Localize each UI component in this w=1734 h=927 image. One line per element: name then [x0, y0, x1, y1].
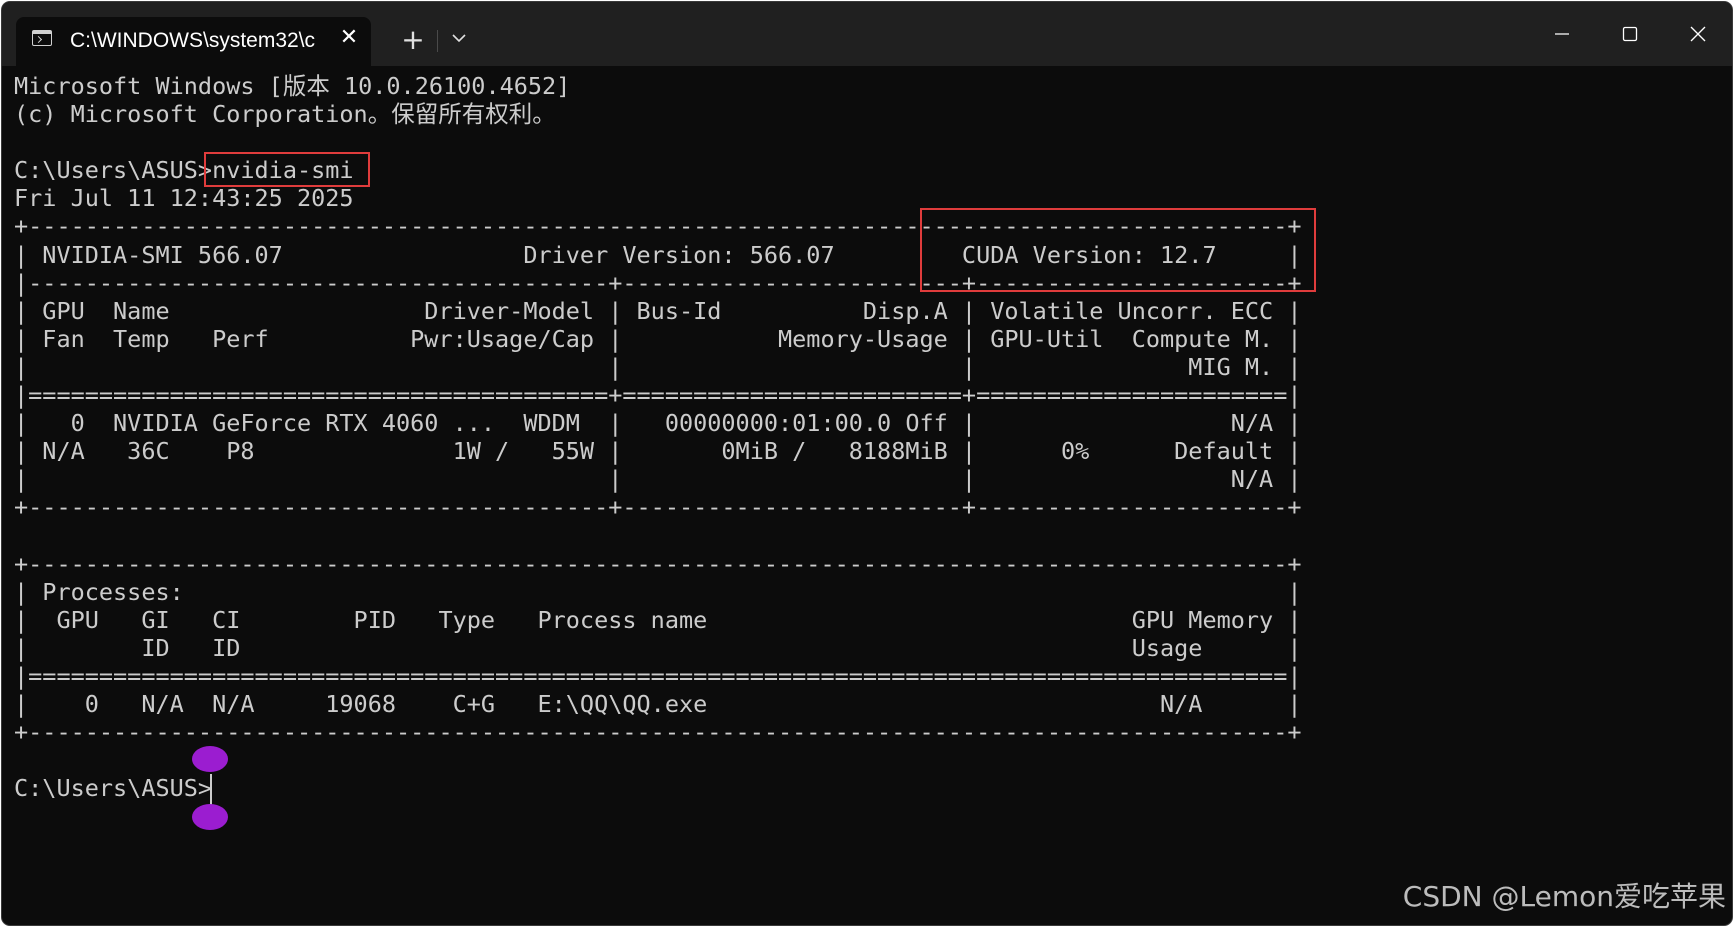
smi-line: |=======================================…	[14, 661, 1302, 690]
tab-dropdown-button[interactable]	[444, 22, 474, 58]
maximize-button[interactable]	[1596, 2, 1664, 66]
smi-line: | | | N/A |	[14, 465, 1302, 494]
tab-cmd[interactable]: C:\WINDOWS\system32\c ✕	[16, 17, 371, 66]
tab-title: C:\WINDOWS\system32\c	[70, 29, 316, 52]
maximize-icon	[1622, 26, 1638, 42]
new-tab-button[interactable]: +	[395, 22, 431, 58]
smi-line: +---------------------------------------…	[14, 718, 1302, 747]
smi-line: | 0 NVIDIA GeForce RTX 4060 ... WDDM | 0…	[14, 409, 1302, 438]
terminal-window: C:\WINDOWS\system32\c ✕ + Microsoft Wind…	[2, 2, 1732, 925]
timestamp-line: Fri Jul 11 12:43:25 2025	[14, 184, 354, 213]
minimize-button[interactable]	[1528, 2, 1596, 66]
smi-line: +---------------------------------------…	[14, 493, 1302, 522]
tab-divider	[437, 30, 438, 52]
smi-line: +---------------------------------------…	[14, 549, 1302, 578]
title-bar[interactable]: C:\WINDOWS\system32\c ✕ +	[2, 2, 1732, 66]
smi-line: | | | MIG M. |	[14, 352, 1302, 381]
watermark: CSDN @Lemon爱吃苹果	[1402, 880, 1726, 913]
console-icon	[32, 30, 52, 46]
smi-line: | Processes: |	[14, 577, 1302, 606]
smi-line: | Fan Temp Perf Pwr:Usage/Cap | Memory-U…	[14, 324, 1302, 353]
version-line: Microsoft Windows [版本 10.0.26100.4652]	[14, 72, 571, 100]
minimize-icon	[1555, 33, 1569, 35]
smi-line: | GPU GI CI PID Type Process name GPU Me…	[14, 605, 1302, 634]
chevron-down-icon	[452, 34, 466, 43]
selection-handle-bottom-icon[interactable]	[192, 804, 228, 830]
smi-line: | N/A 36C P8 1W / 55W | 0MiB / 8188MiB |…	[14, 437, 1302, 466]
command-highlight-box	[204, 152, 370, 187]
smi-line: | 0 N/A N/A 19068 C+G E:\QQ\QQ.exe N/A |	[14, 690, 1302, 719]
close-window-button[interactable]	[1664, 2, 1732, 66]
smi-line: |=======================================…	[14, 381, 1302, 410]
cuda-version-highlight-box	[920, 208, 1316, 292]
smi-line: | GPU Name Driver-Model | Bus-Id Disp.A …	[14, 296, 1302, 325]
close-icon	[1690, 26, 1706, 42]
copyright-line: (c) Microsoft Corporation。保留所有权利。	[14, 100, 556, 129]
smi-line: | ID ID Usage |	[14, 633, 1302, 662]
prompt: C:\Users\ASUS>	[14, 156, 213, 185]
selection-handle-top-icon[interactable]	[192, 746, 228, 772]
tab-close-icon[interactable]: ✕	[334, 23, 364, 53]
prompt: C:\Users\ASUS>	[14, 774, 213, 803]
